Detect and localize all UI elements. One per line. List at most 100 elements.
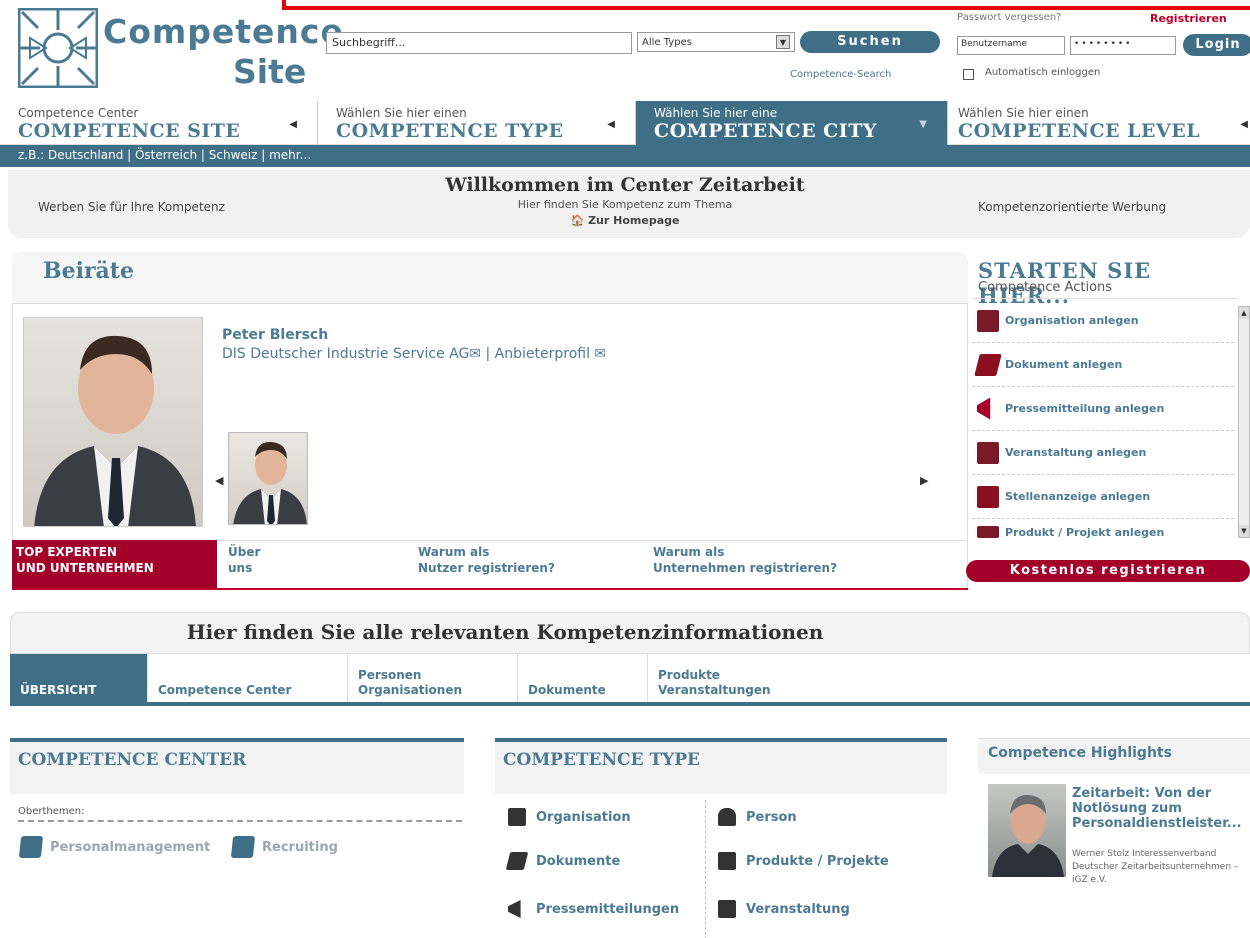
auto-login-label: Automatisch einloggen (985, 67, 1101, 78)
advertising-link[interactable]: Kompetenzorientierte Werbung (978, 200, 1166, 214)
scroll-down-icon[interactable]: ▼ (1239, 525, 1249, 537)
building-icon (508, 808, 526, 826)
briefcase-icon (977, 485, 999, 508)
ct-pressemitteilungen[interactable]: Pressemitteilungen (508, 900, 679, 918)
search-input[interactable]: Suchbegriff... (326, 32, 632, 54)
tab-line: ÜBERSICHT (20, 683, 97, 697)
password-field[interactable]: •••••••• (1070, 36, 1176, 55)
tab-line: Nutzer registrieren? (418, 561, 555, 575)
register-link[interactable]: Registrieren (1150, 12, 1227, 25)
homepage-link[interactable]: 🏠 Zur Homepage (0, 214, 1250, 227)
search-button[interactable]: Suchen (800, 31, 940, 53)
register-free-button[interactable]: Kostenlos registrieren (966, 560, 1250, 582)
tab-ueber-uns[interactable]: Über uns (228, 544, 260, 576)
password-forgot-link[interactable]: Passwort vergessen? (957, 12, 1061, 23)
tab-unternehmen-registrieren[interactable]: Warum als Unternehmen registrieren? (653, 544, 837, 576)
chevron-down-icon: ▼ (776, 35, 790, 49)
tab-top-experten[interactable]: TOP EXPERTEN UND UNTERNEHMEN (12, 540, 217, 588)
highlight-article-meta: Werner Stolz Interessenverband Deutscher… (1072, 849, 1239, 885)
tab-line: Unternehmen registrieren? (653, 561, 838, 575)
megaphone-icon (508, 900, 521, 918)
ct-dokumente[interactable]: Dokumente (505, 852, 621, 870)
nav-competence-level[interactable]: Wählen Sie hier einen COMPETENCE LEVEL ◀ (948, 101, 1250, 145)
box-title: COMPETENCE CENTER (18, 750, 247, 770)
product-icon (977, 526, 999, 538)
ct-produkte-projekte[interactable]: Produkte / Projekte (718, 852, 889, 870)
cube-icon (18, 836, 44, 858)
tab-line: Über (228, 545, 261, 559)
ct-veranstaltung[interactable]: Veranstaltung (718, 900, 850, 918)
cc-item-personalmanagement[interactable]: Personalmanagement (18, 836, 211, 858)
country-bar[interactable]: z.B.: Deutschland | Österreich | Schweiz… (0, 145, 1250, 167)
person-icon (718, 808, 736, 826)
auto-login-checkbox[interactable] (963, 69, 974, 80)
action-scrollbar[interactable]: ▲ ▼ (1238, 306, 1250, 538)
action-dokument[interactable]: Dokument anlegen (972, 343, 1234, 387)
highlight-article-title[interactable]: Zeitarbeit: Von der Notlösung zum Person… (1072, 786, 1250, 831)
action-stellenanzeige[interactable]: Stellenanzeige anlegen (972, 475, 1234, 519)
logo-text-competence[interactable]: Competence (103, 12, 344, 51)
person-name[interactable]: Peter Blersch (222, 327, 328, 343)
ct-person[interactable]: Person (718, 808, 797, 826)
cc-item-label: Personalmanagement (50, 839, 211, 855)
action-label: Produkt / Projekt anlegen (1005, 525, 1165, 539)
tab-personen-organisationen[interactable]: Personen Organisationen (348, 654, 518, 702)
info-title: Hier finden Sie alle relevanten Kompeten… (186, 620, 824, 644)
nav-sub-label: Wählen Sie hier eine (654, 106, 778, 120)
ct-label: Dokumente (536, 853, 621, 869)
tab-line: Warum als (418, 545, 490, 559)
logo-text-site[interactable]: Site (233, 52, 306, 91)
type-select[interactable]: Alle Types ▼ (637, 32, 795, 52)
action-organisation[interactable]: Organisation anlegen (972, 299, 1234, 343)
highlight-photo[interactable] (988, 784, 1066, 877)
megaphone-icon (977, 397, 991, 420)
action-pressemitteilung[interactable]: Pressemitteilung anlegen (972, 387, 1234, 431)
calendar-icon (977, 441, 999, 464)
nav-competence-city[interactable]: Wählen Sie hier eine COMPETENCE CITY ▼ (636, 101, 948, 145)
type-select-value: Alle Types (642, 36, 692, 48)
competence-search-link[interactable]: Competence-Search (790, 69, 891, 80)
person-thumbnail[interactable] (228, 432, 308, 525)
nav-main-label: COMPETENCE LEVEL (958, 120, 1201, 142)
nav-sub-label: Wählen Sie hier einen (336, 106, 467, 120)
tab-line: Dokumente (528, 683, 606, 697)
cc-item-recruiting[interactable]: Recruiting (230, 836, 338, 858)
tab-line: Personen (358, 668, 422, 682)
person-organization[interactable]: DIS Deutscher Industrie Service AG✉ | An… (222, 346, 606, 362)
nav-competence-site[interactable]: Competence Center COMPETENCE SITE ◀ (0, 101, 318, 145)
tab-competence-center[interactable]: Competence Center (148, 654, 348, 702)
username-field[interactable]: Benutzername (957, 36, 1065, 55)
carousel-next-icon[interactable]: ▶ (920, 474, 928, 487)
carousel-prev-icon[interactable]: ◀ (215, 474, 223, 487)
beirate-header (12, 252, 968, 304)
ct-organisation[interactable]: Organisation (508, 808, 631, 826)
oberthemen-label: Oberthemen: (18, 806, 462, 822)
nav-main-label: COMPETENCE TYPE (336, 120, 564, 142)
cube-icon (230, 836, 256, 858)
tab-line: UND UNTERNEHMEN (16, 561, 154, 575)
action-label: Veranstaltung anlegen (1005, 446, 1147, 459)
login-button[interactable]: Login (1183, 34, 1250, 56)
ct-label: Veranstaltung (746, 901, 850, 917)
logo-icon[interactable] (17, 7, 99, 89)
tab-line: uns (228, 561, 253, 575)
nav-main-label: COMPETENCE CITY (654, 120, 877, 142)
ct-label: Person (746, 809, 797, 825)
document-icon (505, 852, 529, 870)
tab-produkte-veranstaltungen[interactable]: Produkte Veranstaltungen (648, 654, 848, 702)
tab-uebersicht[interactable]: ÜBERSICHT (10, 654, 148, 702)
action-veranstaltung[interactable]: Veranstaltung anlegen (972, 431, 1234, 475)
cc-item-label: Recruiting (262, 839, 338, 855)
nav-sub-label: Wählen Sie hier einen (958, 106, 1089, 120)
action-label: Pressemitteilung anlegen (1005, 402, 1165, 415)
product-icon (718, 852, 736, 870)
nav-competence-type[interactable]: Wählen Sie hier einen COMPETENCE TYPE ◀ (318, 101, 636, 145)
person-photo[interactable] (23, 317, 203, 527)
action-produkt[interactable]: Produkt / Projekt anlegen (972, 519, 1234, 545)
tab-line: Competence Center (158, 683, 292, 697)
tab-dokumente[interactable]: Dokumente (518, 654, 648, 702)
document-icon (974, 353, 1002, 376)
tab-line: Warum als (653, 545, 725, 559)
tab-nutzer-registrieren[interactable]: Warum als Nutzer registrieren? (418, 544, 555, 576)
scroll-up-icon[interactable]: ▲ (1239, 307, 1249, 319)
